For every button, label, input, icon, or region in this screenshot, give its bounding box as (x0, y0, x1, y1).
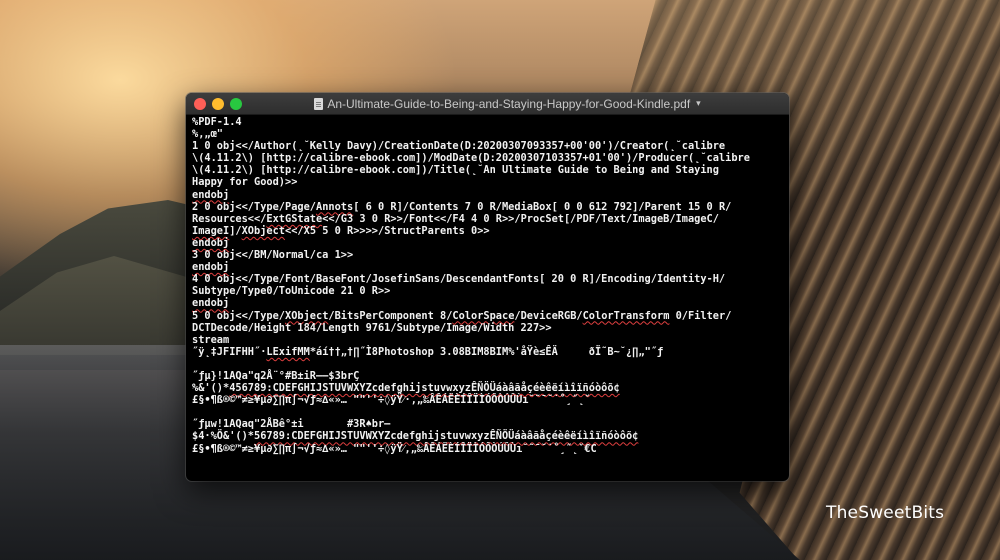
terminal-line: stream (192, 334, 783, 346)
terminal-line: \(4.11.2\) [http://calibre-ebook.com])/T… (192, 164, 783, 176)
terminal-line: ˝ÿ˛‡JFIFHH˝·LExifMM*áí††„†∏˝Ì8Photoshop … (192, 346, 783, 358)
terminal-line: 2 0 obj<</Type/Page/Annots[ 6 0 R]/Conte… (192, 201, 783, 213)
terminal-text-spellcheck-flagged: endobj (192, 297, 230, 310)
terminal-text: <</G3 3 0 R>>/Font<</F4 4 0 R>>/ProcSet[… (322, 212, 719, 225)
terminal-line: Happy for Good)>> (192, 176, 783, 188)
terminal-text: /BitsPerComponent 8/ (328, 309, 453, 322)
terminal-line: \(4.11.2\) [http://calibre-ebook.com])/M… (192, 152, 783, 164)
terminal-text: £§•¶ß®©™≠≥¥µ∂∑∏π∫¬√ƒ≈∆«»… ""''÷◊ÿŸ⁄,„‰ÂÊ… (192, 442, 597, 455)
terminal-text-spellcheck-flagged: endobj (192, 236, 230, 249)
terminal-line: 1 0 obj<</Author(˛˘Kelly Davy)/CreationD… (192, 140, 783, 152)
window-title: An-Ultimate-Guide-to-Being-and-Staying-H… (327, 96, 691, 111)
terminal-text: ˝ƒµw!1AQaq"2ÅBê°±i #3R♠br— (192, 418, 391, 431)
terminal-output[interactable]: %PDF-1.4 %‚„œ" 1 0 obj<</Author(˛˘Kelly Da… (186, 115, 789, 478)
terminal-text: 5 0 obj<</Type/ (192, 309, 285, 322)
terminal-text: stream (192, 333, 230, 346)
terminal-line: endobj (192, 189, 783, 201)
terminal-line: 4 0 obj<</Type/Font/BaseFont/JosefinSans… (192, 273, 783, 285)
terminal-line: £§•¶ß®©™≠≥¥µ∂∑∏π∫¬√ƒ≈∆«»… ""''÷◊ÿŸ⁄·‚„‰Â… (192, 394, 783, 406)
terminal-text: £§•¶ß®©™≠≥¥µ∂∑∏π∫¬√ƒ≈∆«»… ""''÷◊ÿŸ⁄·‚„‰Â… (192, 394, 591, 407)
terminal-line: ˝ƒµ}!1AQa"q2Å¨°#B±iR——$3brÇ (192, 370, 783, 382)
terminal-text: ]/ (229, 224, 242, 237)
terminal-text-spellcheck-flagged: ColorSpace (452, 309, 515, 322)
terminal-line: 3 0 obj<</BM/Normal/ca 1>> (192, 249, 783, 261)
terminal-line: DCTDecode/Height 184/Length 9761/Subtype… (192, 322, 783, 334)
terminal-text: %PDF-1.4 (192, 116, 242, 128)
terminal-text-spellcheck-flagged: endobj (192, 261, 230, 274)
terminal-text: \(4.11.2\) [http://calibre-ebook.com])/T… (192, 164, 719, 177)
terminal-text: 2 0 obj<</Type/Page/ (192, 200, 316, 213)
terminal-line: endobj (192, 237, 783, 249)
terminal-text-spellcheck-flagged: ImageI (192, 224, 230, 237)
terminal-window[interactable]: An-Ultimate-Guide-to-Being-and-Staying-H… (186, 93, 789, 481)
terminal-text: %&'()* (192, 382, 230, 395)
terminal-text: *áí††„†∏˝Ì8Photoshop 3.08BIM8BIM%'åŸè≤ÊÄ… (309, 345, 664, 358)
terminal-text-spellcheck-flagged: 56789:CDEFGHIJSTUVWXYZcdefghijstuvwxyzÊÑ… (254, 430, 639, 443)
watermark-text: TheSweetBits (826, 503, 945, 523)
terminal-text-spellcheck-flagged: Annots (316, 200, 354, 213)
terminal-line: %PDF-1.4 (192, 116, 783, 128)
chevron-down-icon[interactable]: ▾ (696, 98, 701, 109)
terminal-text-spellcheck-flagged: ColorTransform (582, 309, 670, 322)
terminal-text: %‚„œ" (192, 128, 223, 141)
terminal-text-spellcheck-flagged: XObject (241, 224, 286, 237)
terminal-line: ImageI]/XObject<</X5 5 0 R>>>>/StructPar… (192, 225, 783, 237)
terminal-line: %‚„œ" (192, 128, 783, 140)
terminal-text-spellcheck-flagged: ExtGState (266, 212, 323, 225)
terminal-line: $4·%Ö&'()*56789:CDEFGHIJSTUVWXYZcdefghij… (192, 430, 783, 442)
terminal-text: ˝ƒµ}!1AQa"q2Å¨°#B±iR——$3brÇ (192, 369, 360, 382)
document-icon (314, 97, 324, 110)
terminal-text: 3 0 obj<</BM/Normal/ca 1>> (192, 249, 354, 262)
terminal-text: Happy for Good)>> (192, 176, 298, 189)
terminal-text: 0/Filter/ (669, 309, 732, 322)
terminal-text: $4·%Ö&'()* (192, 430, 254, 443)
window-title-group[interactable]: An-Ultimate-Guide-to-Being-and-Staying-H… (186, 93, 789, 114)
window-titlebar[interactable]: An-Ultimate-Guide-to-Being-and-Staying-H… (186, 93, 789, 115)
terminal-text-spellcheck-flagged: LExifMM (266, 345, 310, 358)
terminal-text: 4 0 obj<</Type/Font/BaseFont/JosefinSans… (192, 273, 726, 286)
terminal-text: 1 0 obj<</Author(˛˘Kelly Davy)/CreationD… (192, 140, 726, 153)
terminal-text: /DeviceRGB/ (514, 309, 583, 322)
terminal-line: Resources<</ExtGState<</G3 3 0 R>>/Font<… (192, 213, 783, 225)
terminal-line: endobj (192, 261, 783, 273)
terminal-line: 5 0 obj<</Type/XObject/BitsPerComponent … (192, 310, 783, 322)
terminal-text: Resources<</ (192, 212, 267, 225)
terminal-line: Subtype/Type0/ToUnicode 21 0 R>> (192, 285, 783, 297)
terminal-line: endobj (192, 297, 783, 309)
terminal-line: ˝ƒµw!1AQaq"2ÅBê°±i #3R♠br— (192, 418, 783, 430)
terminal-text: <</X5 5 0 R>>>>/StructParents 0>> (285, 224, 490, 237)
terminal-text-spellcheck-flagged: XObject (285, 309, 329, 322)
terminal-text-spellcheck-flagged: endobj (192, 188, 230, 201)
terminal-line: £§•¶ß®©™≠≥¥µ∂∑∏π∫¬√ƒ≈∆«»… ""''÷◊ÿŸ⁄,„‰ÂÊ… (192, 443, 783, 455)
terminal-text: DCTDecode/Height 184/Length 9761/Subtype… (192, 321, 552, 334)
terminal-text: Subtype/Type0/ToUnicode 21 0 R>> (192, 285, 391, 298)
terminal-text: [ 6 0 R]/Contents 7 0 R/MediaBox[ 0 0 61… (353, 200, 732, 213)
terminal-line: %&'()*456789:CDEFGHIJSTUVWXYZcdefghijstu… (192, 382, 783, 394)
terminal-text: \(4.11.2\) [http://calibre-ebook.com])/M… (192, 152, 750, 165)
terminal-text-spellcheck-flagged: 456789:CDEFGHIJSTUVWXYZcdefghijstuvwxyzÊ… (229, 382, 620, 395)
terminal-text: ˝ÿ˛‡JFIFHH˝· (192, 345, 267, 358)
